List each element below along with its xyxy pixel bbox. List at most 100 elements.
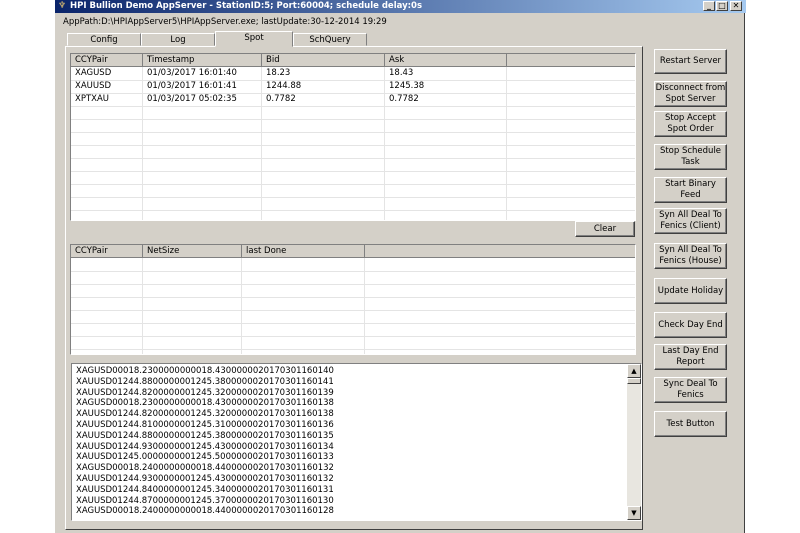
col-header-timestamp[interactable]: Timestamp xyxy=(143,54,262,67)
maximize-button[interactable]: □ xyxy=(716,1,728,11)
app-path-label: AppPath:D:\HPIAppServer5\HPIAppServer.ex… xyxy=(63,17,387,27)
grid-row-line xyxy=(71,132,635,133)
stop-accept-spot-order-button[interactable]: Stop Accept Spot Order xyxy=(654,111,727,137)
scroll-down-icon[interactable]: ▼ xyxy=(627,506,641,520)
app-window: ♆ HPI Bullion Demo AppServer - StationID… xyxy=(54,0,746,533)
grid-column-line xyxy=(241,258,242,354)
log-line: XAUUSD01244.8800000001245.38000000201703… xyxy=(76,430,334,441)
col-header-last-done[interactable]: last Done xyxy=(242,245,365,258)
disconnect-spot-server-button[interactable]: Disconnect from Spot Server xyxy=(654,81,727,107)
close-button[interactable]: ✕ xyxy=(730,1,742,11)
log-line: XAUUSD01244.9300000001245.43000000201703… xyxy=(76,441,334,452)
tab-config[interactable]: Config xyxy=(67,33,141,46)
button-label: Syn All Deal To xyxy=(659,210,722,220)
log-line: XAUUSD01245.0000000001245.50000000201703… xyxy=(76,452,334,463)
syn-deal-fenics-house-button[interactable]: Syn All Deal To Fenics (House) xyxy=(654,243,727,269)
log-output-box[interactable]: ▲ ▼ XAGUSD00018.2300000000018.4300000020… xyxy=(71,363,642,521)
button-label: Stop Schedule xyxy=(659,146,722,156)
col-header-ask[interactable]: Ask xyxy=(385,54,507,67)
cell-timestamp[interactable]: 01/03/2017 16:01:41 xyxy=(143,80,237,93)
col-header-ccypair[interactable]: CCYPair xyxy=(71,245,143,258)
grid-row-line xyxy=(71,210,635,211)
log-line: XAUUSD01244.8200000001245.32000000201703… xyxy=(76,409,334,420)
cell-ask[interactable]: 0.7782 xyxy=(385,93,419,106)
button-label: Stop Accept xyxy=(665,113,716,123)
syn-deal-fenics-client-button[interactable]: Syn All Deal To Fenics (Client) xyxy=(654,208,727,234)
button-label: Fenics xyxy=(677,390,704,400)
cell-bid[interactable]: 1244.88 xyxy=(262,80,301,93)
scroll-up-icon[interactable]: ▲ xyxy=(627,364,641,378)
button-label: Start Binary xyxy=(665,179,716,189)
button-label: Syn All Deal To xyxy=(659,245,722,255)
minimize-button[interactable]: _ xyxy=(703,1,715,11)
grid-column-line xyxy=(142,258,143,354)
position-grid[interactable]: CCYPair NetSize last Done xyxy=(70,244,636,355)
grid-header: CCYPair Timestamp Bid Ask xyxy=(71,54,635,67)
col-header-ccypair[interactable]: CCYPair xyxy=(71,54,143,67)
grid-row-line xyxy=(71,119,635,120)
log-line: XAGUSD00018.2300000000018.43000000201703… xyxy=(76,366,334,376)
title-bar[interactable]: ♆ HPI Bullion Demo AppServer - StationID… xyxy=(55,0,746,13)
button-label: Update Holiday xyxy=(657,285,724,296)
col-header-bid[interactable]: Bid xyxy=(262,54,385,67)
log-scrollbar[interactable]: ▲ ▼ xyxy=(627,364,641,520)
tab-spot[interactable]: Spot xyxy=(215,31,293,47)
log-line: XAUUSD01244.8100000001245.31000000201703… xyxy=(76,420,334,430)
grid-row-line xyxy=(71,197,635,198)
button-label: Task xyxy=(681,157,700,167)
restart-server-button[interactable]: Restart Server xyxy=(654,49,727,74)
log-line: XAUUSD01244.8400000001245.34000000201703… xyxy=(76,484,334,495)
button-label: Disconnect from xyxy=(655,83,726,93)
cell-ccypair[interactable]: XAUUSD xyxy=(71,80,111,93)
grid-row-line xyxy=(71,336,635,337)
button-label: Fenics (House) xyxy=(659,256,722,266)
last-day-end-report-button[interactable]: Last Day End Report xyxy=(654,344,727,370)
button-label: Last Day End xyxy=(662,346,719,356)
grid-row-line xyxy=(71,106,635,107)
button-label: Feed xyxy=(680,190,701,200)
app-icon: ♆ xyxy=(58,1,67,11)
grid-row-line xyxy=(71,158,635,159)
log-line: XAUUSD01244.8200000001245.32000000201703… xyxy=(76,387,334,398)
grid-column-line xyxy=(364,258,365,354)
col-header-filler xyxy=(507,54,635,67)
log-line: XAUUSD01244.8700000001245.37000000201703… xyxy=(76,495,334,506)
button-label: Spot Server xyxy=(665,94,716,104)
cell-timestamp[interactable]: 01/03/2017 16:01:40 xyxy=(143,67,237,80)
update-holiday-button[interactable]: Update Holiday xyxy=(654,278,727,304)
grid-row-line xyxy=(71,271,635,272)
sync-deal-fenics-button[interactable]: Sync Deal To Fenics xyxy=(654,377,727,403)
col-header-netsize[interactable]: NetSize xyxy=(143,245,242,258)
col-header-filler xyxy=(365,245,635,258)
test-button[interactable]: Test Button xyxy=(654,411,727,437)
window-title: HPI Bullion Demo AppServer - StationID:5… xyxy=(70,1,423,11)
cell-ask[interactable]: 1245.38 xyxy=(385,80,424,93)
log-line: XAUUSD01244.9300000001245.43000000201703… xyxy=(76,474,334,484)
log-line: XAUUSD01244.8800000001245.38000000201703… xyxy=(76,376,334,387)
spot-price-grid[interactable]: CCYPair Timestamp Bid Ask XAGUSD 01/03/20… xyxy=(70,53,636,221)
cell-ccypair[interactable]: XPTXAU xyxy=(71,93,109,106)
start-binary-feed-button[interactable]: Start Binary Feed xyxy=(654,177,727,203)
grid-row-line xyxy=(71,145,635,146)
check-day-end-button[interactable]: Check Day End xyxy=(654,312,727,338)
grid-row-line xyxy=(71,297,635,298)
scroll-thumb[interactable] xyxy=(627,378,641,384)
tab-log[interactable]: Log xyxy=(141,33,215,46)
log-line: XAGUSD00018.2300000000018.43000000201703… xyxy=(76,398,334,409)
cell-ccypair[interactable]: XAGUSD xyxy=(71,67,111,80)
button-label: Report xyxy=(676,357,705,367)
button-label: Check Day End xyxy=(658,319,723,330)
cell-ask[interactable]: 18.43 xyxy=(385,67,413,80)
grid-row-line xyxy=(71,323,635,324)
log-line: XAGUSD00018.2400000000018.44000000201703… xyxy=(76,463,334,474)
grid-row-line xyxy=(71,284,635,285)
grid-row-line xyxy=(71,184,635,185)
cell-bid[interactable]: 0.7782 xyxy=(262,93,296,106)
button-label: Fenics (Client) xyxy=(660,221,721,231)
cell-timestamp[interactable]: 01/03/2017 05:02:35 xyxy=(143,93,237,106)
cell-bid[interactable]: 18.23 xyxy=(262,67,290,80)
clear-button[interactable]: Clear xyxy=(575,221,635,237)
stop-schedule-task-button[interactable]: Stop Schedule Task xyxy=(654,144,727,170)
button-label: Restart Server xyxy=(659,56,722,66)
tab-schquery[interactable]: SchQuery xyxy=(293,33,367,46)
